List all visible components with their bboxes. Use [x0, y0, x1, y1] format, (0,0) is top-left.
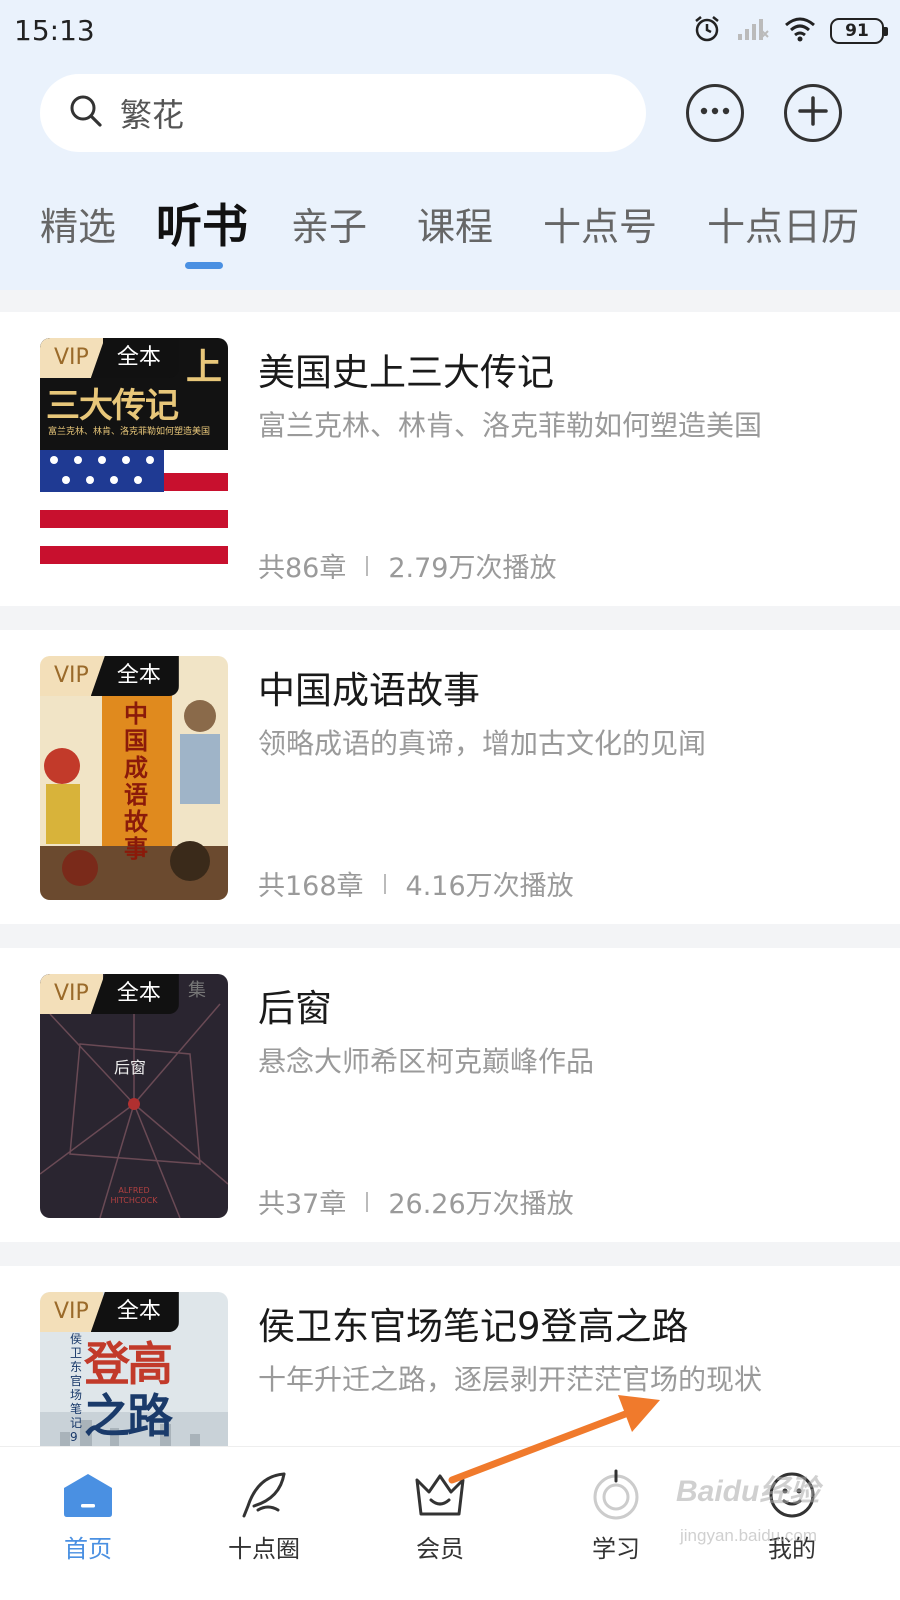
cover-corner-char: 集 — [188, 980, 206, 1001]
book-subtitle: 悬念大师希区柯克巅峰作品 — [258, 1045, 595, 1078]
nav-home[interactable]: 首页 — [13, 1447, 163, 1600]
nav-label: 学习 — [592, 1535, 640, 1563]
wifi-icon — [784, 16, 816, 46]
book-card[interactable]: 后窗 集 ALFRED HITCHCOCK VIP 全本 后窗 悬念大师希区柯克… — [0, 948, 900, 1242]
book-title: 美国史上三大传记 — [258, 351, 554, 394]
book-title: 侯卫东官场笔记9登高之路 — [258, 1305, 689, 1348]
cover-side-text: 侯卫东官场笔记9 — [70, 1332, 83, 1444]
book-subtitle: 富兰克林、林肯、洛克菲勒如何塑造美国 — [258, 409, 763, 442]
header-area: 15:13 91 精选 听书 亲子 — [0, 0, 900, 290]
chapter-count: 共86章 — [258, 553, 347, 584]
cover-title-2: 之路 — [84, 1389, 173, 1443]
search-icon — [68, 93, 104, 133]
book-cover: 三大传记 上 富兰克林、林肯、洛克菲勒如何塑造美国 VIP 全本 — [40, 338, 228, 582]
learn-icon — [586, 1465, 646, 1525]
tab-qinzi[interactable]: 亲子 — [291, 196, 367, 251]
vip-badge: VIP 全本 — [40, 656, 179, 696]
meta-divider — [366, 555, 369, 576]
category-tabs: 精选 听书 亲子 课程 十点号 十点日历 — [0, 196, 900, 276]
feather-icon — [234, 1465, 294, 1525]
play-count: 4.16万次播放 — [405, 871, 574, 902]
nav-label: 会员 — [416, 1535, 464, 1563]
status-time: 15:13 — [14, 14, 95, 47]
cover-top-char: 上 — [186, 346, 223, 388]
tab-tingshu[interactable]: 听书 — [156, 190, 248, 256]
nav-shidianquan[interactable]: 十点圈 — [189, 1447, 339, 1600]
status-icons: 91 — [692, 14, 888, 48]
tab-shidianrili[interactable]: 十点日历 — [707, 196, 859, 251]
book-card[interactable]: 中国成语故事 VIP 全本 中国成语故事 领略成语的真谛，增加古文化的见闻 共1… — [0, 630, 900, 924]
watermark-logo: Baidu经验 — [676, 1475, 820, 1508]
message-button[interactable] — [686, 84, 744, 142]
book-card[interactable]: 三大传记 上 富兰克林、林肯、洛克菲勒如何塑造美国 VIP 全本 美国史上三大传… — [0, 312, 900, 606]
book-title: 后窗 — [258, 987, 332, 1030]
watermark-url: jingyan.baidu.com — [680, 1526, 818, 1545]
nav-label: 首页 — [64, 1535, 112, 1563]
alarm-icon — [692, 14, 722, 48]
full-label: 全本 — [90, 974, 179, 1014]
vip-badge: VIP 全本 — [40, 338, 179, 378]
vip-badge: VIP 全本 — [40, 1292, 179, 1332]
battery-indicator: 91 — [830, 18, 888, 44]
book-title: 中国成语故事 — [258, 669, 480, 712]
play-count: 26.26万次播放 — [388, 1189, 574, 1220]
play-count: 2.79万次播放 — [388, 553, 557, 584]
full-label: 全本 — [90, 656, 179, 696]
vip-badge: VIP 全本 — [40, 974, 179, 1014]
active-tab-indicator — [185, 262, 223, 269]
home-icon — [58, 1465, 118, 1525]
signal-icon — [736, 16, 770, 46]
add-button[interactable] — [784, 84, 842, 142]
book-card[interactable]: 登高 之路 侯卫东官场笔记9 VIP 全本 侯卫东官场笔记9登高之路 十年升迁之… — [0, 1266, 900, 1446]
nav-member[interactable]: 会员 — [365, 1447, 515, 1600]
book-meta: 共168章 4.16万次播放 — [258, 864, 574, 903]
cover-title: 后窗 — [114, 1058, 147, 1077]
cover-caption: 富兰克林、林肯、洛克菲勒如何塑造美国 — [48, 427, 211, 437]
nav-label: 十点圈 — [228, 1535, 300, 1563]
book-subtitle: 十年升迁之路，逐层剥开茫茫官场的现状 — [258, 1363, 763, 1396]
search-input[interactable] — [120, 94, 600, 132]
cover-author: ALFRED HITCHCOCK — [110, 1186, 158, 1205]
tab-jingxuan[interactable]: 精选 — [40, 196, 116, 251]
book-cover: 登高 之路 侯卫东官场笔记9 VIP 全本 — [40, 1292, 228, 1446]
book-meta: 共37章 26.26万次播放 — [258, 1182, 574, 1221]
meta-divider — [366, 1191, 369, 1212]
chapter-count: 共168章 — [258, 871, 364, 902]
cover-title: 中国成语故事 — [124, 699, 148, 863]
cover-title: 三大传记 — [46, 386, 179, 426]
nav-learn[interactable]: 学习 — [541, 1447, 691, 1600]
chat-bubble-icon — [697, 101, 733, 125]
search-bar[interactable] — [40, 74, 646, 152]
chapter-count: 共37章 — [258, 1189, 347, 1220]
crown-icon — [410, 1465, 470, 1525]
plus-icon — [797, 95, 829, 131]
tab-shidianhao[interactable]: 十点号 — [543, 196, 657, 251]
book-meta: 共86章 2.79万次播放 — [258, 546, 556, 585]
book-subtitle: 领略成语的真谛，增加古文化的见闻 — [258, 727, 707, 760]
meta-divider — [383, 873, 386, 894]
full-label: 全本 — [90, 338, 179, 378]
full-label: 全本 — [90, 1292, 179, 1332]
tab-kecheng[interactable]: 课程 — [417, 196, 493, 251]
book-cover: 后窗 集 ALFRED HITCHCOCK VIP 全本 — [40, 974, 228, 1218]
status-bar: 15:13 91 — [0, 0, 900, 62]
book-cover: 中国成语故事 VIP 全本 — [40, 656, 228, 900]
